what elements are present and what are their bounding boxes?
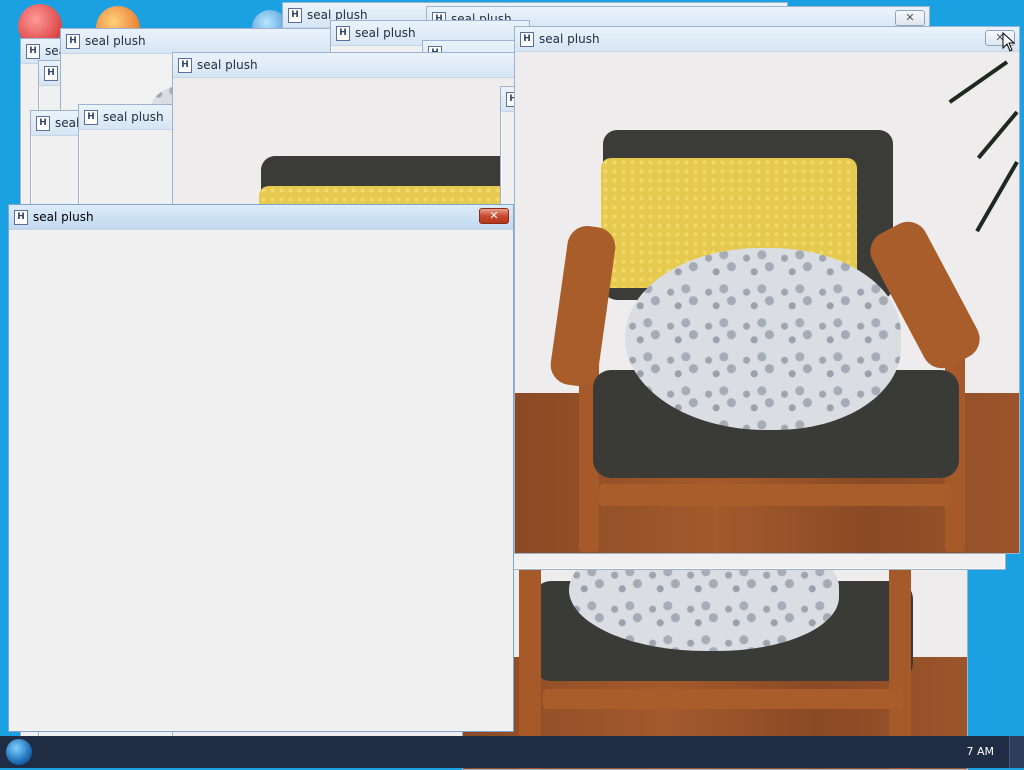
window-titlebar[interactable]: H seal plush ✕ [515,27,1019,52]
start-button[interactable] [6,739,32,765]
window-title: seal plush [355,26,416,40]
seal-plush-image [625,248,901,430]
chair-rail [599,484,951,506]
window-title: seal plush [85,34,146,48]
plant-leaf [975,161,1019,233]
chair-arm-left [548,223,618,389]
app-icon: H [44,66,58,81]
app-icon: H [288,8,302,23]
window-titlebar[interactable]: H seal plush ✕ [9,205,513,230]
app-icon: H [14,210,28,225]
app-icon: H [84,110,98,125]
app-icon: H [26,44,40,59]
window-titlebar[interactable]: H seal plush [61,29,349,54]
seal-photo [515,52,1019,553]
plant-leaf [948,60,1009,104]
window-title: seal plush [539,32,600,46]
close-button[interactable]: ✕ [479,208,509,224]
app-icon: H [520,32,534,47]
mouse-cursor-icon [1002,32,1016,52]
app-icon: H [66,34,80,49]
taskbar: 7 AM [0,736,1024,768]
window-content [9,230,513,731]
chair-rail [543,689,903,709]
window-title: seal plush [197,58,258,72]
app-window-photo[interactable]: H seal plush ✕ [514,26,1020,554]
app-icon: H [36,116,50,131]
close-button[interactable]: ✕ [895,10,925,26]
window-titlebar[interactable]: H seal plush [173,53,519,78]
window-title: seal plush [33,210,94,224]
plant-leaf [976,110,1019,160]
window-title: seal plush [103,110,164,124]
taskbar-clock[interactable]: 7 AM [966,745,994,758]
show-desktop-button[interactable] [1009,736,1024,768]
app-window-active[interactable]: H seal plush ✕ [8,204,514,732]
app-icon: H [178,58,192,73]
app-icon: H [336,26,350,41]
